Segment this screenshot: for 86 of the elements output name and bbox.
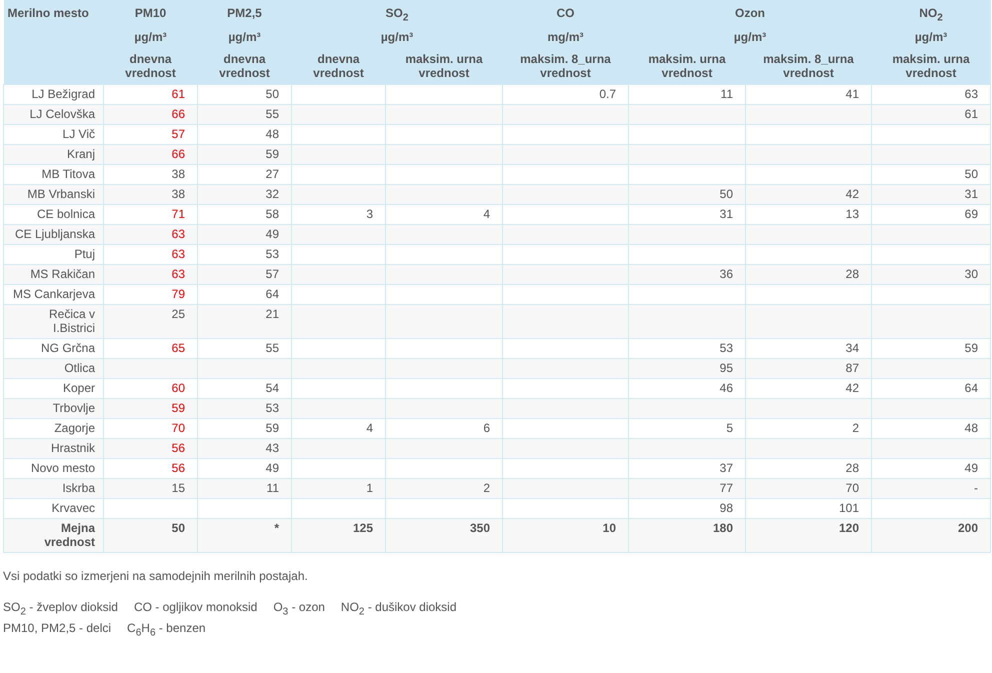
station-name: LJ Celovška <box>4 104 104 124</box>
table-cell: 59 <box>104 398 198 418</box>
table-cell: 2 <box>386 478 502 498</box>
table-cell: - <box>872 478 990 498</box>
station-name: Trbovlje <box>4 398 104 418</box>
column-subheader: dnevna vrednost <box>104 50 198 84</box>
table-cell: 350 <box>386 518 502 552</box>
legend-item: SO$_{2}$ - žveplov dioksid <box>3 599 118 620</box>
table-cell: 63 <box>104 264 198 284</box>
column-subheader: maksim. urna vrednost <box>872 50 990 84</box>
table-cell: 36 <box>628 264 746 284</box>
table-cell: 120 <box>746 518 872 552</box>
table-cell: 41 <box>746 84 872 104</box>
unit-header: µg/m³ <box>628 28 872 50</box>
column-header: Ozon <box>628 0 872 28</box>
column-subheader: maksim. urna vrednost <box>628 50 746 84</box>
station-name: MB Vrbanski <box>4 184 104 204</box>
table-cell: 25 <box>104 304 198 338</box>
column-subheader: maksim. 8_urna vrednost <box>746 50 872 84</box>
column-subheader: maksim. 8_urna vrednost <box>502 50 628 84</box>
unit-header: µg/m³ <box>198 28 292 50</box>
table-cell: 28 <box>746 264 872 284</box>
column-header: Merilno mesto <box>4 0 104 84</box>
table-cell: 49 <box>198 224 292 244</box>
table-cell: 61 <box>872 104 990 124</box>
column-header: SO$_{2}$ <box>292 0 502 28</box>
station-name: MS Rakičan <box>4 264 104 284</box>
table-cell: 63 <box>104 224 198 244</box>
table-cell: 32 <box>198 184 292 204</box>
table-cell: 50 <box>198 84 292 104</box>
table-cell: 95 <box>628 358 746 378</box>
legend-item: PM10, PM2,5 - delci <box>3 620 112 638</box>
table-cell: 31 <box>872 184 990 204</box>
station-name: Kranj <box>4 144 104 164</box>
table-cell: 38 <box>104 184 198 204</box>
column-header: CO <box>502 0 628 28</box>
unit-header: µg/m³ <box>872 28 990 50</box>
table-cell: 180 <box>628 518 746 552</box>
table-cell: 50 <box>104 518 198 552</box>
unit-header: µg/m³ <box>104 28 198 50</box>
table-cell: 63 <box>872 84 990 104</box>
legend-item: O$_{3}$ - ozon <box>273 599 325 620</box>
unit-header: µg/m³ <box>292 28 502 50</box>
table-cell: 43 <box>198 438 292 458</box>
table-cell: 53 <box>198 398 292 418</box>
table-cell: 0.7 <box>502 84 628 104</box>
table-cell: 61 <box>104 84 198 104</box>
table-cell: * <box>198 518 292 552</box>
column-subheader: maksim. urna vrednost <box>386 50 502 84</box>
station-name: Hrastnik <box>4 438 104 458</box>
table-cell: 66 <box>104 104 198 124</box>
column-header: NO$_{2}$ <box>872 0 990 28</box>
table-cell: 77 <box>628 478 746 498</box>
table-cell: 57 <box>198 264 292 284</box>
table-cell: 1 <box>292 478 386 498</box>
station-name: Iskrba <box>4 478 104 498</box>
table-cell: 200 <box>872 518 990 552</box>
table-cell: 10 <box>502 518 628 552</box>
table-cell: 15 <box>104 478 198 498</box>
table-cell: 55 <box>198 104 292 124</box>
table-cell: 30 <box>872 264 990 284</box>
table-cell: 125 <box>292 518 386 552</box>
unit-header: mg/m³ <box>502 28 628 50</box>
column-subheader: dnevna vrednost <box>292 50 386 84</box>
station-name: LJ Bežigrad <box>4 84 104 104</box>
table-cell: 70 <box>746 478 872 498</box>
legend-item: CO - ogljikov monoksid <box>134 599 258 616</box>
table-cell: 66 <box>104 144 198 164</box>
column-header: PM10 <box>104 0 198 28</box>
footnote: Vsi podatki so izmerjeni na samodejnih merilnih postajah. <box>3 569 309 583</box>
station-name: CE Ljubljanska <box>4 224 104 244</box>
table-cell: 21 <box>198 304 292 338</box>
table-cell: 11 <box>628 84 746 104</box>
column-header: PM2,5 <box>198 0 292 28</box>
station-name: Rečica v I.Bistrici <box>4 304 104 338</box>
table-cell: 50 <box>628 184 746 204</box>
table-cell: 87 <box>746 358 872 378</box>
table-cell: 59 <box>198 144 292 164</box>
legend-item: C$_{6}$H$_{6}$ - benzen <box>127 620 206 641</box>
table-cell: 56 <box>104 438 198 458</box>
table-cell: 42 <box>746 184 872 204</box>
legend-item: NO$_{2}$ - dušikov dioksid <box>340 599 457 620</box>
station-name: Otlica <box>4 358 104 378</box>
table-cell: 11 <box>198 478 292 498</box>
column-subheader: dnevna vrednost <box>198 50 292 84</box>
row-header: Mejna vrednost <box>4 518 104 552</box>
